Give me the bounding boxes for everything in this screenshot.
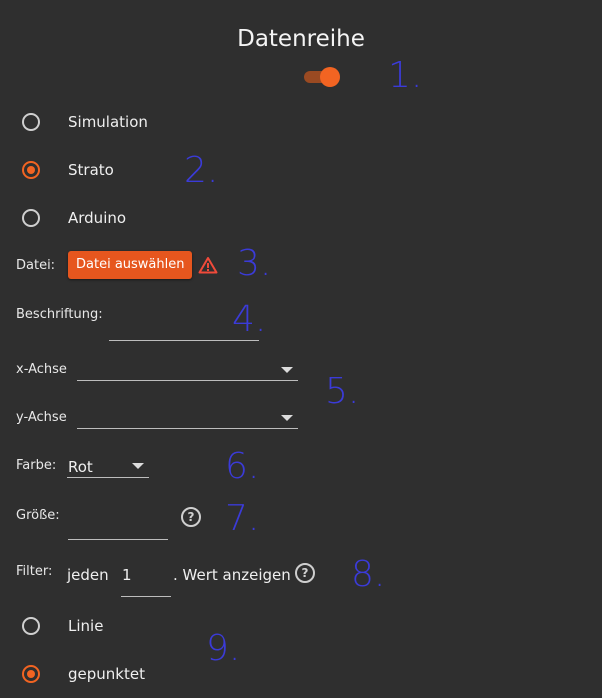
radio-strato-circle[interactable]	[22, 161, 40, 179]
radio-arduino[interactable]: Arduino	[22, 208, 162, 230]
filter-label: Filter:	[16, 564, 53, 579]
page-title: Datenreihe	[237, 26, 365, 52]
caption-label: Beschriftung:	[16, 307, 103, 322]
radio-gepunktet-circle[interactable]	[22, 665, 40, 683]
radio-strato-label: Strato	[68, 161, 114, 179]
annotation-9: 9.	[206, 628, 241, 669]
filter-prefix: jeden	[67, 566, 109, 584]
x-axis-label: x-Achse	[16, 362, 67, 377]
radio-arduino-circle[interactable]	[22, 209, 40, 227]
warning-triangle-icon	[198, 256, 218, 274]
color-label: Farbe:	[16, 458, 57, 473]
y-axis-select[interactable]	[77, 406, 298, 429]
radio-strato[interactable]: Strato	[22, 160, 162, 182]
annotation-3: 3.	[237, 243, 272, 284]
radio-arduino-label: Arduino	[68, 209, 127, 227]
help-icon[interactable]: ?	[295, 563, 315, 583]
y-axis-label: y-Achse	[16, 410, 67, 425]
annotation-5: 5.	[325, 371, 360, 412]
filter-value: 1	[122, 566, 132, 584]
annotation-8: 8.	[351, 554, 386, 595]
annotation-2: 2.	[184, 150, 219, 191]
color-value: Rot	[68, 458, 93, 476]
annotation-1: 1.	[388, 55, 423, 96]
radio-simulation-circle[interactable]	[22, 113, 40, 131]
filter-suffix: . Wert anzeigen	[173, 566, 291, 584]
filter-input[interactable]: 1	[121, 564, 171, 597]
toggle-thumb	[320, 67, 340, 87]
radio-linie-circle[interactable]	[22, 617, 40, 635]
annotation-4: 4.	[232, 299, 267, 340]
datenreihe-toggle[interactable]	[302, 67, 342, 87]
chevron-down-icon	[132, 463, 144, 469]
size-label: Größe:	[16, 508, 60, 523]
color-select[interactable]: Rot	[67, 455, 149, 478]
radio-gepunktet-label: gepunktet	[68, 665, 145, 683]
choose-file-button[interactable]: Datei auswählen	[68, 251, 193, 279]
chevron-down-icon	[281, 367, 293, 373]
radio-simulation[interactable]: Simulation	[22, 112, 162, 134]
file-label: Datei:	[16, 258, 56, 273]
help-icon[interactable]: ?	[181, 507, 201, 527]
radio-gepunktet[interactable]: gepunktet	[22, 664, 182, 686]
annotation-7: 7.	[225, 498, 260, 539]
size-input[interactable]	[68, 517, 168, 540]
annotation-6: 6.	[225, 446, 260, 487]
radio-linie[interactable]: Linie	[22, 616, 162, 638]
x-axis-select[interactable]	[77, 358, 298, 381]
radio-linie-label: Linie	[68, 617, 104, 635]
radio-simulation-label: Simulation	[68, 113, 148, 131]
chevron-down-icon	[281, 415, 293, 421]
